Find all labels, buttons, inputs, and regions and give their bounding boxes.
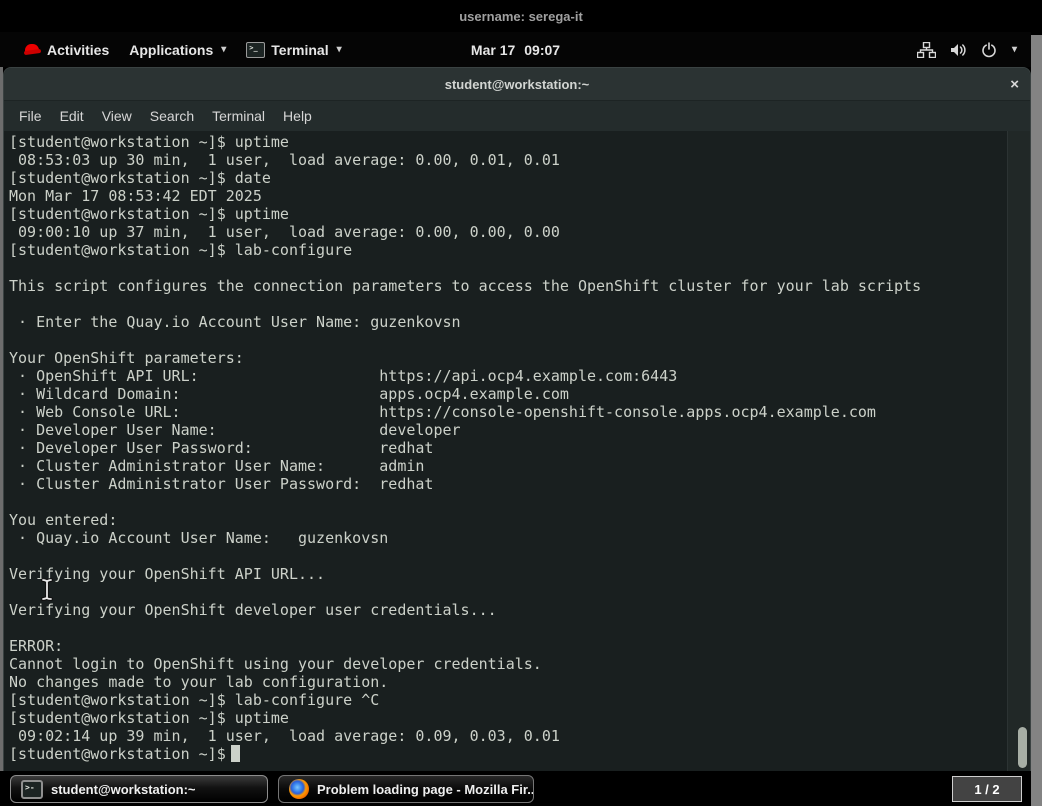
menu-edit[interactable]: Edit <box>51 104 93 128</box>
taskbar-button-terminal[interactable]: >- student@workstation:~ <box>10 775 268 803</box>
applications-menu[interactable]: Applications ▾ <box>119 32 236 67</box>
clock-time: 09:07 <box>524 41 561 58</box>
terminal-icon: >_ <box>246 41 266 58</box>
terminal-scrollbar-thumb[interactable] <box>1018 727 1027 768</box>
chevron-down-icon: ▾ <box>1011 44 1017 55</box>
terminal-menubar: File Edit View Search Terminal Help <box>4 101 1030 131</box>
workspace-switcher[interactable]: 1 / 2 <box>952 776 1022 802</box>
screen: username: serega-it Activities Applicati… <box>0 0 1042 806</box>
close-icon[interactable]: × <box>1010 68 1019 101</box>
terminal-output-text: [student@workstation ~]$ uptime 08:53:03… <box>9 133 922 763</box>
power-icon <box>981 41 997 58</box>
clock-date: Mar 17 <box>470 41 516 58</box>
remote-session-title: username: serega-it <box>459 8 583 24</box>
desktop-edge-right <box>1031 35 1042 806</box>
firefox-icon <box>289 779 309 799</box>
menu-search[interactable]: Search <box>141 104 203 128</box>
window-titlebar[interactable]: student@workstation:~ × <box>4 68 1030 101</box>
window-list-taskbar: >- student@workstation:~ Problem loading… <box>0 771 1031 806</box>
workspace-indicator: 1 / 2 <box>974 781 1000 797</box>
redhat-logo-icon <box>23 43 42 56</box>
menu-terminal[interactable]: Terminal <box>203 104 274 128</box>
menu-help[interactable]: Help <box>274 104 321 128</box>
terminal-output-area[interactable]: [student@workstation ~]$ uptime 08:53:03… <box>4 131 1030 771</box>
terminal-appmenu-label: Terminal <box>271 41 329 58</box>
menu-view[interactable]: View <box>93 104 141 128</box>
taskbar-firefox-label: Problem loading page - Mozilla Fir... <box>317 781 534 797</box>
volume-icon <box>949 42 968 58</box>
terminal-icon: >- <box>21 779 43 799</box>
taskbar-button-firefox[interactable]: Problem loading page - Mozilla Fir... <box>278 775 534 803</box>
terminal-window: student@workstation:~ × File Edit View S… <box>3 67 1031 771</box>
activities-label: Activities <box>47 41 110 58</box>
window-title: student@workstation:~ <box>444 76 590 92</box>
terminal-scrollbar-track[interactable] <box>1007 131 1030 771</box>
activities-button[interactable]: Activities <box>14 32 119 67</box>
chevron-down-icon: ▾ <box>221 44 227 55</box>
menu-file[interactable]: File <box>10 104 51 128</box>
network-icon <box>916 41 936 58</box>
terminal-appmenu[interactable]: >_ Terminal ▾ <box>236 32 351 67</box>
chevron-down-icon: ▾ <box>336 44 342 55</box>
terminal-text-cursor <box>231 745 240 762</box>
system-status-area[interactable]: ▾ <box>916 32 1017 67</box>
remote-session-header: username: serega-it <box>0 0 1042 32</box>
applications-label: Applications <box>129 41 214 58</box>
gnome-top-panel: Activities Applications ▾ >_ Terminal ▾ … <box>0 32 1031 67</box>
taskbar-terminal-label: student@workstation:~ <box>51 781 196 797</box>
